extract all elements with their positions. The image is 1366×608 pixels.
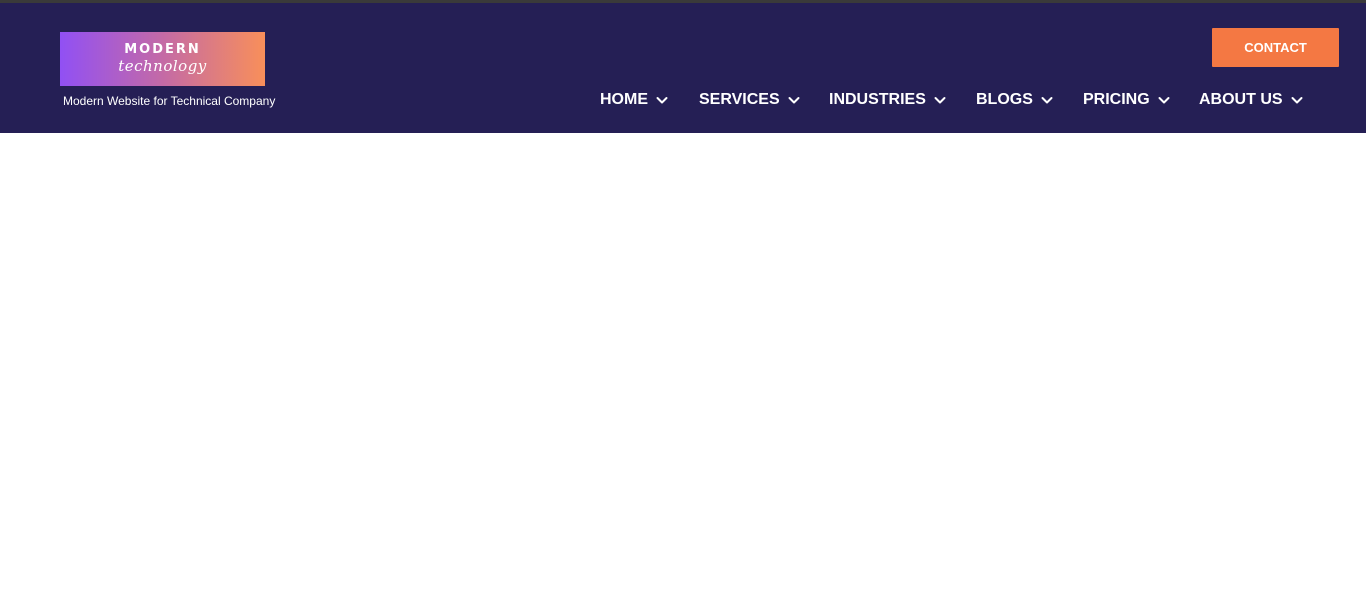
- contact-button[interactable]: CONTACT: [1212, 28, 1339, 67]
- chevron-down-icon: [788, 94, 800, 106]
- nav-item-pricing[interactable]: PRICING: [1083, 88, 1170, 112]
- nav-item-label: HOME: [600, 91, 648, 108]
- nav-item-label: BLOGS: [976, 91, 1033, 108]
- chevron-down-icon: [1041, 94, 1053, 106]
- nav-item-label: ABOUT US: [1199, 91, 1283, 108]
- chevron-down-icon: [656, 94, 668, 106]
- logo-text-technology: technology: [118, 57, 207, 75]
- nav-item-label: INDUSTRIES: [829, 91, 926, 108]
- nav-item-home[interactable]: HOME: [600, 88, 668, 112]
- chevron-down-icon: [934, 94, 946, 106]
- site-header: MODERN technology Modern Website for Tec…: [0, 3, 1366, 133]
- logo-text-modern: MODERN: [124, 42, 201, 57]
- nav-item-about-us[interactable]: ABOUT US: [1199, 88, 1303, 112]
- chevron-down-icon: [1158, 94, 1170, 106]
- nav-item-label: PRICING: [1083, 91, 1150, 108]
- main-nav: HOME SERVICES INDUSTRIES BLOGS PRICING A…: [0, 88, 1366, 112]
- nav-item-services[interactable]: SERVICES: [699, 88, 800, 112]
- nav-item-blogs[interactable]: BLOGS: [976, 88, 1053, 112]
- nav-item-label: SERVICES: [699, 91, 780, 108]
- site-logo[interactable]: MODERN technology: [60, 32, 265, 86]
- nav-item-industries[interactable]: INDUSTRIES: [829, 88, 946, 112]
- chevron-down-icon: [1291, 94, 1303, 106]
- page-content: [0, 133, 1366, 608]
